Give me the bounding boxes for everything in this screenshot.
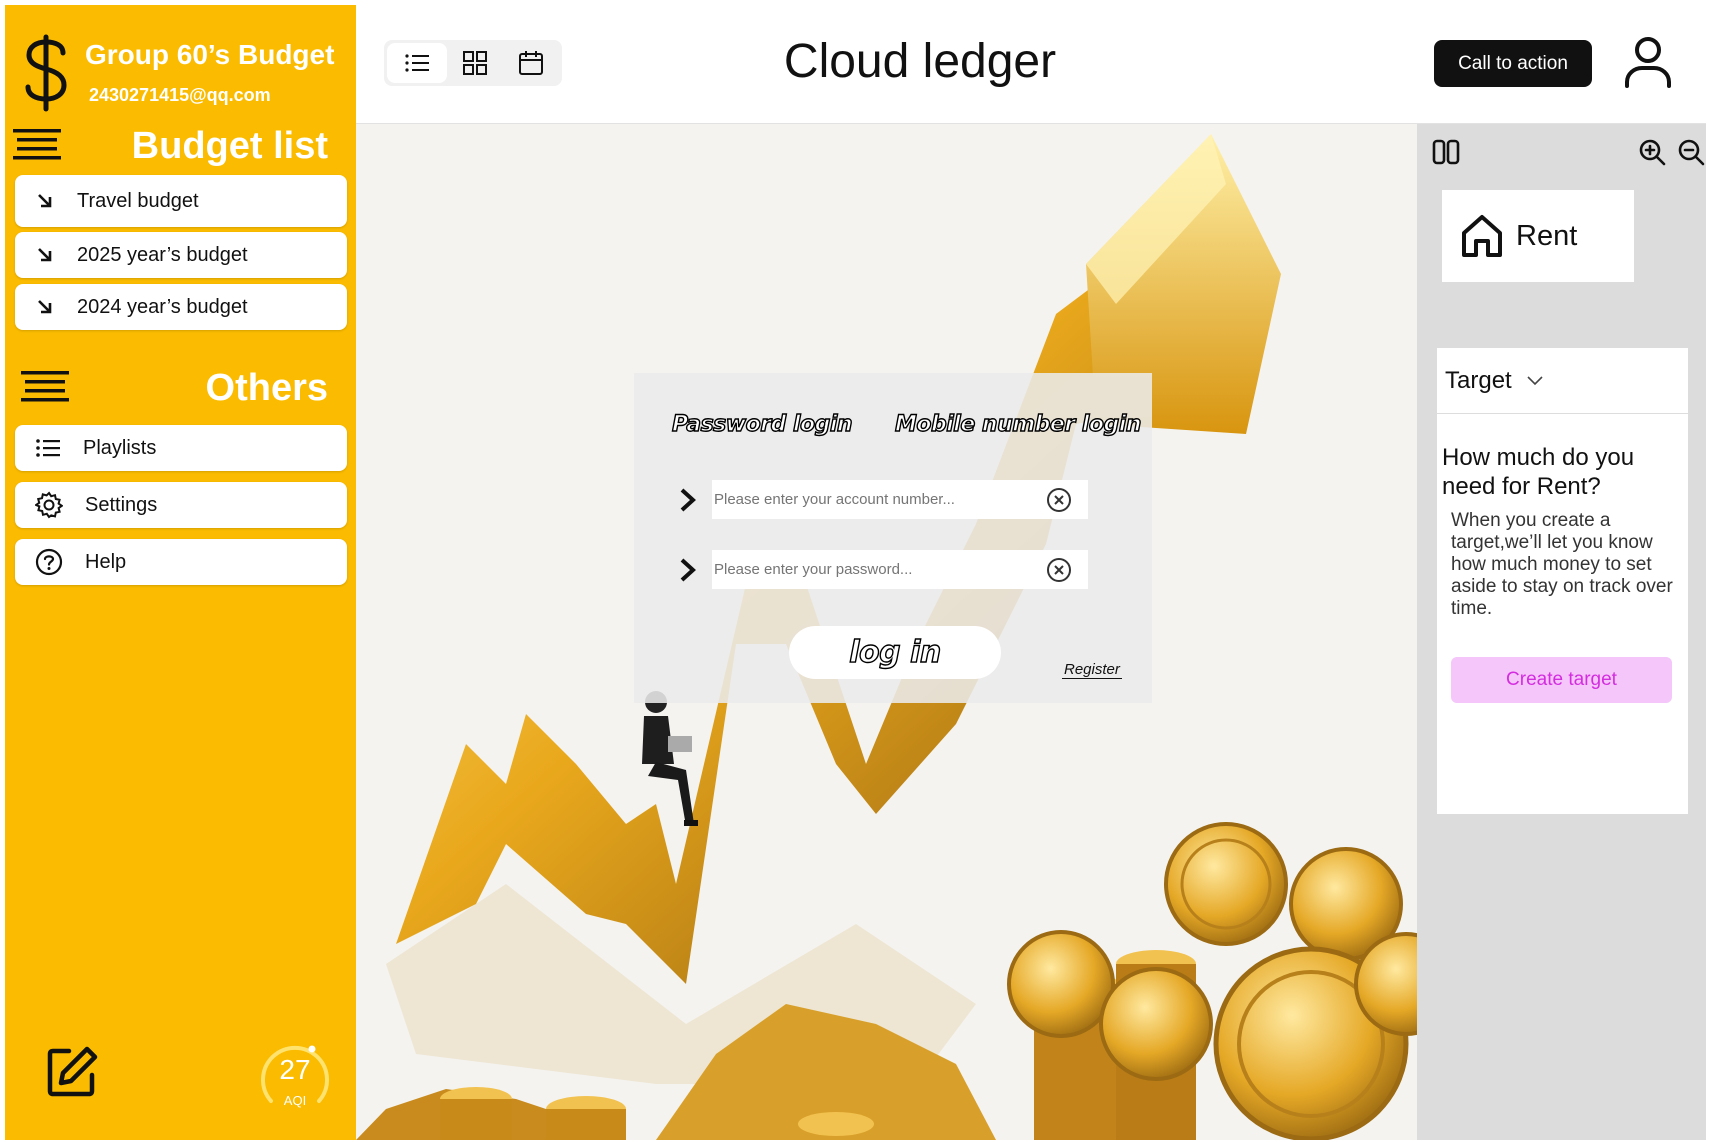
target-dropdown-label: Target (1445, 366, 1512, 394)
menu-lines-icon[interactable] (13, 127, 61, 163)
columns-icon[interactable] (1432, 138, 1460, 166)
arrow-down-right-icon (38, 194, 52, 208)
businessman-figure (642, 691, 698, 826)
target-question: How much do you need for Rent? (1442, 444, 1635, 500)
chevron-right-icon (680, 558, 696, 582)
list-icon (36, 439, 60, 457)
budget-list-title: Budget list (131, 125, 328, 167)
group-name: Group 60’s Budget (85, 39, 335, 70)
sidebar-item-label: Settings (85, 493, 158, 516)
sidebar-item-help[interactable]: Help (15, 539, 347, 585)
list-view-button[interactable] (387, 43, 447, 83)
arrow-down-right-icon (38, 248, 52, 262)
list-icon (405, 54, 429, 72)
tab-password-login[interactable]: Password login (671, 411, 853, 437)
sidebar-item-label: Help (85, 550, 127, 573)
home-icon (1462, 215, 1502, 257)
user-profile-icon[interactable] (1622, 36, 1674, 90)
budget-item-label: Travel budget (77, 189, 199, 212)
tab-mobile-login[interactable]: Mobile number login (894, 411, 1142, 437)
gear-icon (35, 491, 63, 519)
budget-item-2025[interactable]: 2025 year’s budget (15, 232, 347, 278)
aqi-value: 27 (279, 1054, 311, 1085)
user-email: 2430271415@qq.com (89, 85, 271, 105)
chevron-right-icon (680, 488, 696, 512)
password-input[interactable] (712, 550, 1088, 589)
arrow-down-right-icon (38, 300, 52, 314)
register-link[interactable]: Register (1062, 661, 1122, 679)
budget-item-2024[interactable]: 2024 year’s budget (15, 284, 347, 330)
grid-view-button[interactable] (447, 40, 503, 86)
sidebar-item-settings[interactable]: Settings (15, 482, 347, 528)
sidebar: Group 60’s Budget 2430271415@qq.com Budg… (5, 5, 356, 1140)
target-description: When you create a target,we’ll let you k… (1451, 510, 1673, 619)
edit-icon[interactable] (45, 1045, 99, 1099)
sidebar-item-playlists[interactable]: Playlists (15, 425, 347, 471)
rent-card[interactable]: Rent (1442, 190, 1634, 282)
budget-item-travel[interactable]: Travel budget (15, 175, 347, 227)
others-title: Others (205, 367, 328, 409)
rent-label: Rent (1516, 219, 1578, 252)
menu-lines-icon[interactable] (21, 369, 69, 405)
sidebar-item-label: Playlists (83, 436, 157, 459)
call-to-action-button[interactable]: Call to action (1434, 40, 1592, 87)
password-input-field[interactable] (712, 560, 1046, 579)
chevron-down-icon (1527, 375, 1543, 385)
view-toolbar (384, 40, 562, 86)
budget-item-label: 2025 year’s budget (77, 243, 248, 266)
target-dropdown[interactable]: Target (1437, 348, 1688, 414)
page-title: Cloud ledger (783, 35, 1057, 88)
help-icon (35, 548, 63, 576)
calendar-view-button[interactable] (503, 40, 559, 86)
login-button[interactable]: log in (789, 626, 1001, 679)
zoom-out-icon[interactable] (1677, 138, 1705, 166)
dollar-logo-icon (25, 34, 67, 112)
zoom-in-icon[interactable] (1638, 138, 1666, 166)
clear-circle-icon[interactable] (1046, 557, 1072, 583)
calendar-icon (519, 51, 543, 75)
account-input-field[interactable] (712, 490, 1046, 509)
grid-icon (463, 51, 487, 75)
create-target-button[interactable]: Create target (1451, 657, 1672, 703)
account-input[interactable] (712, 480, 1088, 519)
aqi-label: AQI (283, 1093, 307, 1108)
budget-item-label: 2024 year’s budget (77, 295, 248, 318)
clear-circle-icon[interactable] (1046, 487, 1072, 513)
